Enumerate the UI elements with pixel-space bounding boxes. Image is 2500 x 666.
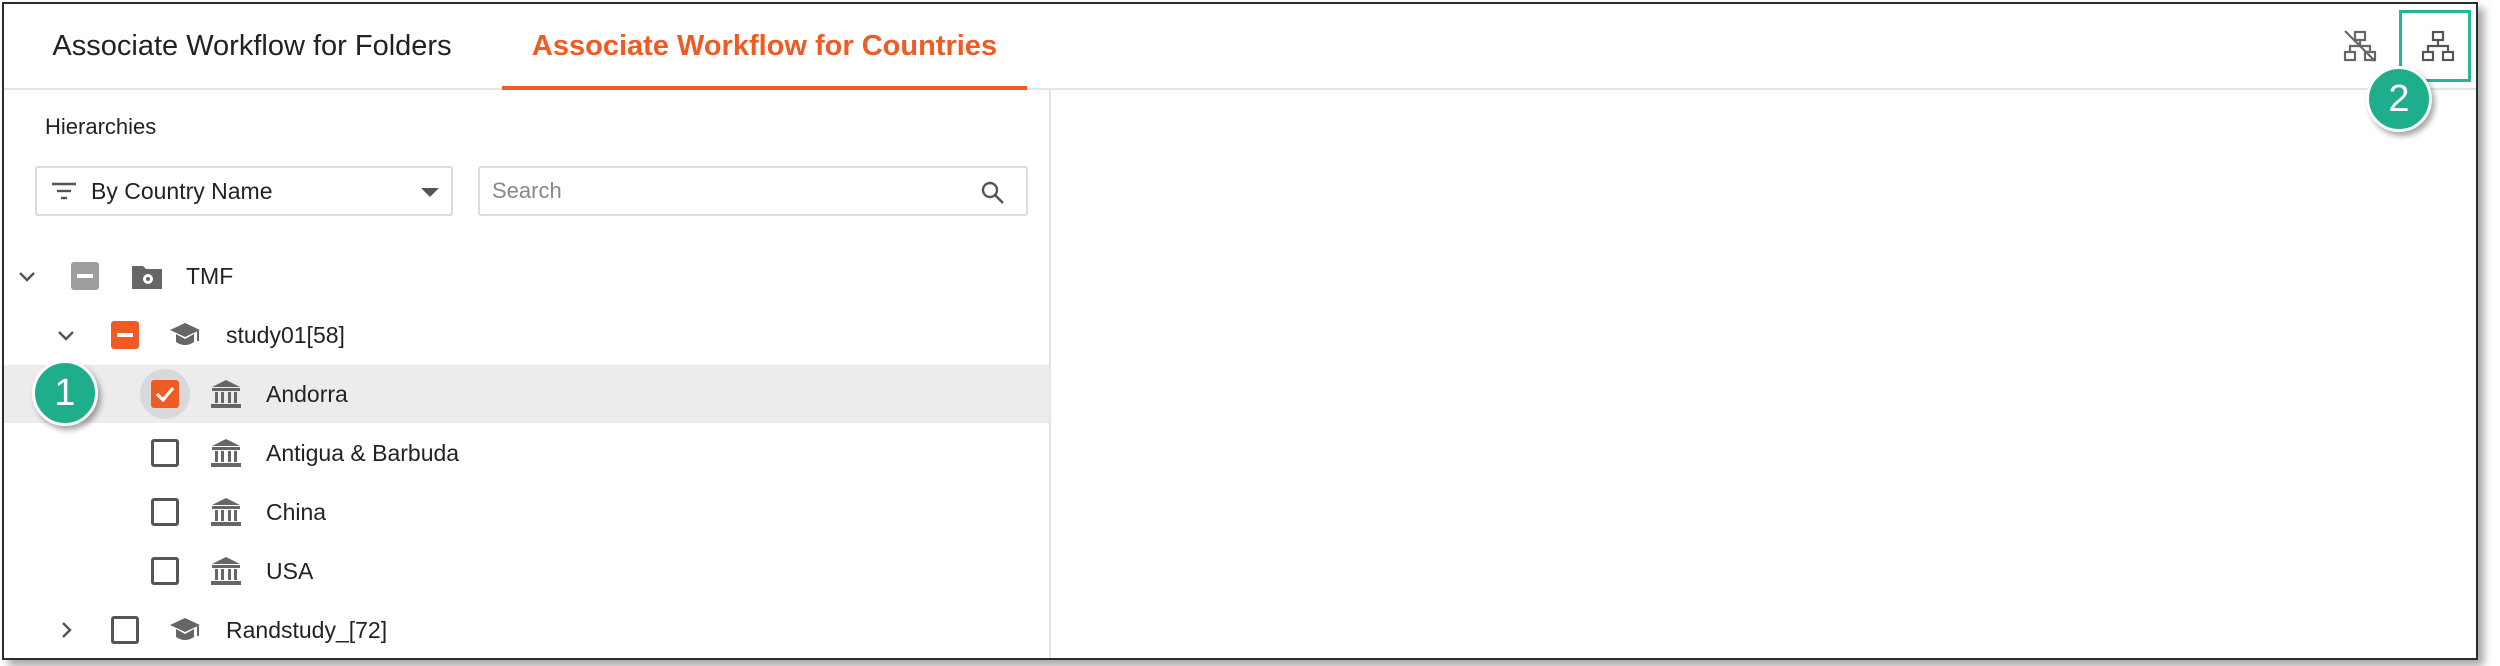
bank-icon <box>211 439 241 467</box>
tree-checkbox-andorra[interactable] <box>151 380 179 408</box>
tab-countries-label: Associate Workflow for Countries <box>531 29 998 62</box>
hierarchies-panel: Hierarchies By Country Name Search TMF s… <box>4 90 1051 658</box>
hierarchies-label: Hierarchies <box>45 114 157 139</box>
callout-2: 2 <box>2366 66 2432 132</box>
tree-row-tmf[interactable]: TMF <box>4 247 1049 305</box>
tree-row-study01[interactable]: study01[58] <box>4 306 1049 364</box>
folder-settings-icon <box>132 266 162 289</box>
hierarchy-icon <box>2421 30 2455 62</box>
bank-icon <box>211 380 241 408</box>
tree-label-tmf: TMF <box>186 263 234 289</box>
workflow-detail-panel <box>1051 90 2476 658</box>
app-window: Associate Workflow for Folders Associate… <box>2 2 2478 660</box>
tree-label-study01: study01[58] <box>226 322 345 348</box>
tree-row-antigua-barbuda[interactable]: Antigua & Barbuda <box>4 424 1049 482</box>
tab-associate-workflow-countries[interactable]: Associate Workflow for Countries <box>502 4 1027 90</box>
chevron-down-icon[interactable] <box>15 264 39 288</box>
check-icon <box>155 386 175 403</box>
tree-label-randstudy: Randstudy_[72] <box>226 617 388 643</box>
tree-checkbox-antigua-barbuda[interactable] <box>151 439 179 467</box>
search-input[interactable] <box>490 177 964 205</box>
bank-icon <box>211 498 241 526</box>
tree-row-andorra[interactable]: Andorra <box>4 365 1049 423</box>
search-icon[interactable] <box>980 180 1006 211</box>
tab-folders-label: Associate Workflow for Folders <box>52 29 452 62</box>
tree-label-china: China <box>266 499 327 525</box>
bank-icon <box>211 557 241 585</box>
show-hierarchy-button[interactable] <box>2416 24 2460 68</box>
tab-associate-workflow-folders[interactable]: Associate Workflow for Folders <box>4 4 500 88</box>
hide-hierarchy-button[interactable] <box>2338 24 2382 68</box>
tree-checkbox-tmf[interactable] <box>71 262 99 290</box>
filter-icon <box>51 179 81 203</box>
tree-label-andorra: Andorra <box>266 381 348 407</box>
tree-checkbox-study01[interactable] <box>111 321 139 349</box>
chevron-down-icon <box>421 188 439 197</box>
tree-checkbox-usa[interactable] <box>151 557 179 585</box>
callout-1: 1 <box>32 360 98 426</box>
tree-label-antigua-barbuda: Antigua & Barbuda <box>266 440 460 466</box>
callout-2-number: 2 <box>2388 77 2410 120</box>
hierarchy-sort-dropdown[interactable]: By Country Name <box>35 166 453 216</box>
graduation-cap-icon <box>170 323 200 345</box>
tree-checkbox-china[interactable] <box>151 498 179 526</box>
tab-bar: Associate Workflow for Folders Associate… <box>4 4 2476 90</box>
chevron-right-icon[interactable] <box>54 618 78 642</box>
dropdown-value: By Country Name <box>91 177 273 204</box>
tree-label-usa: USA <box>266 558 314 584</box>
tree-row-china[interactable]: China <box>4 483 1049 541</box>
search-box <box>478 166 1028 216</box>
callout-1-number: 1 <box>54 371 76 414</box>
tree-row-usa[interactable]: USA <box>4 542 1049 600</box>
tree-checkbox-randstudy[interactable] <box>111 616 139 644</box>
graduation-cap-icon <box>170 618 200 640</box>
tree-row-randstudy[interactable]: Randstudy_[72] <box>4 601 1049 658</box>
hierarchy-off-icon <box>2343 30 2377 62</box>
chevron-down-icon[interactable] <box>54 323 78 347</box>
